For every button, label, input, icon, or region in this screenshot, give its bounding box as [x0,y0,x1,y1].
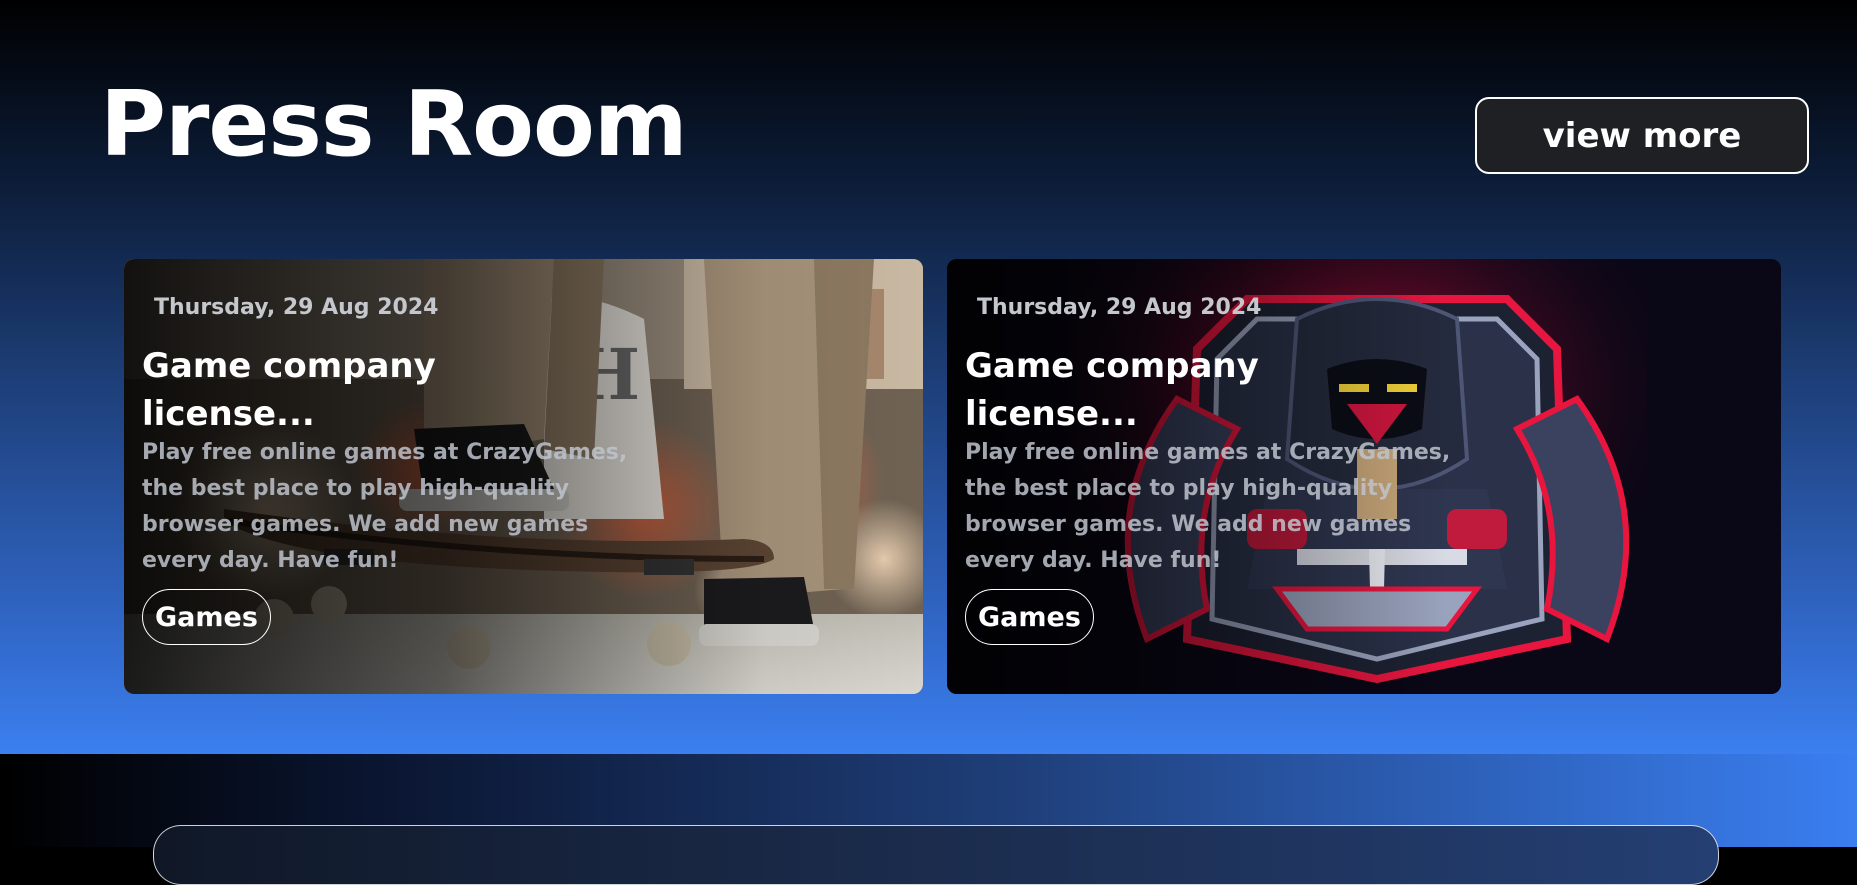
card-title[interactable]: Game company license... [965,342,1345,438]
card-title[interactable]: Game company license... [142,342,522,438]
card-description: Play free online games at CrazyGames, th… [142,440,628,573]
next-section [0,754,1857,885]
press-room-section: Press Room view more Thursday, 29 Aug 20… [0,0,1857,754]
card-date: Thursday, 29 Aug 2024 [977,295,1262,320]
card-description: Play free online games at CrazyGames, th… [965,440,1451,573]
press-card[interactable]: H Thursday, 29 Aug 2024 Game company lic… [124,259,923,694]
view-more-button[interactable]: view more [1475,97,1809,174]
card-tag-games[interactable]: Games [142,589,271,645]
card-date: Thursday, 29 Aug 2024 [154,295,439,320]
card-tag-games[interactable]: Games [965,589,1094,645]
press-card[interactable]: Thursday, 29 Aug 2024 Game company licen… [947,259,1781,694]
next-section-panel [153,825,1719,885]
page-title: Press Room [100,72,688,177]
